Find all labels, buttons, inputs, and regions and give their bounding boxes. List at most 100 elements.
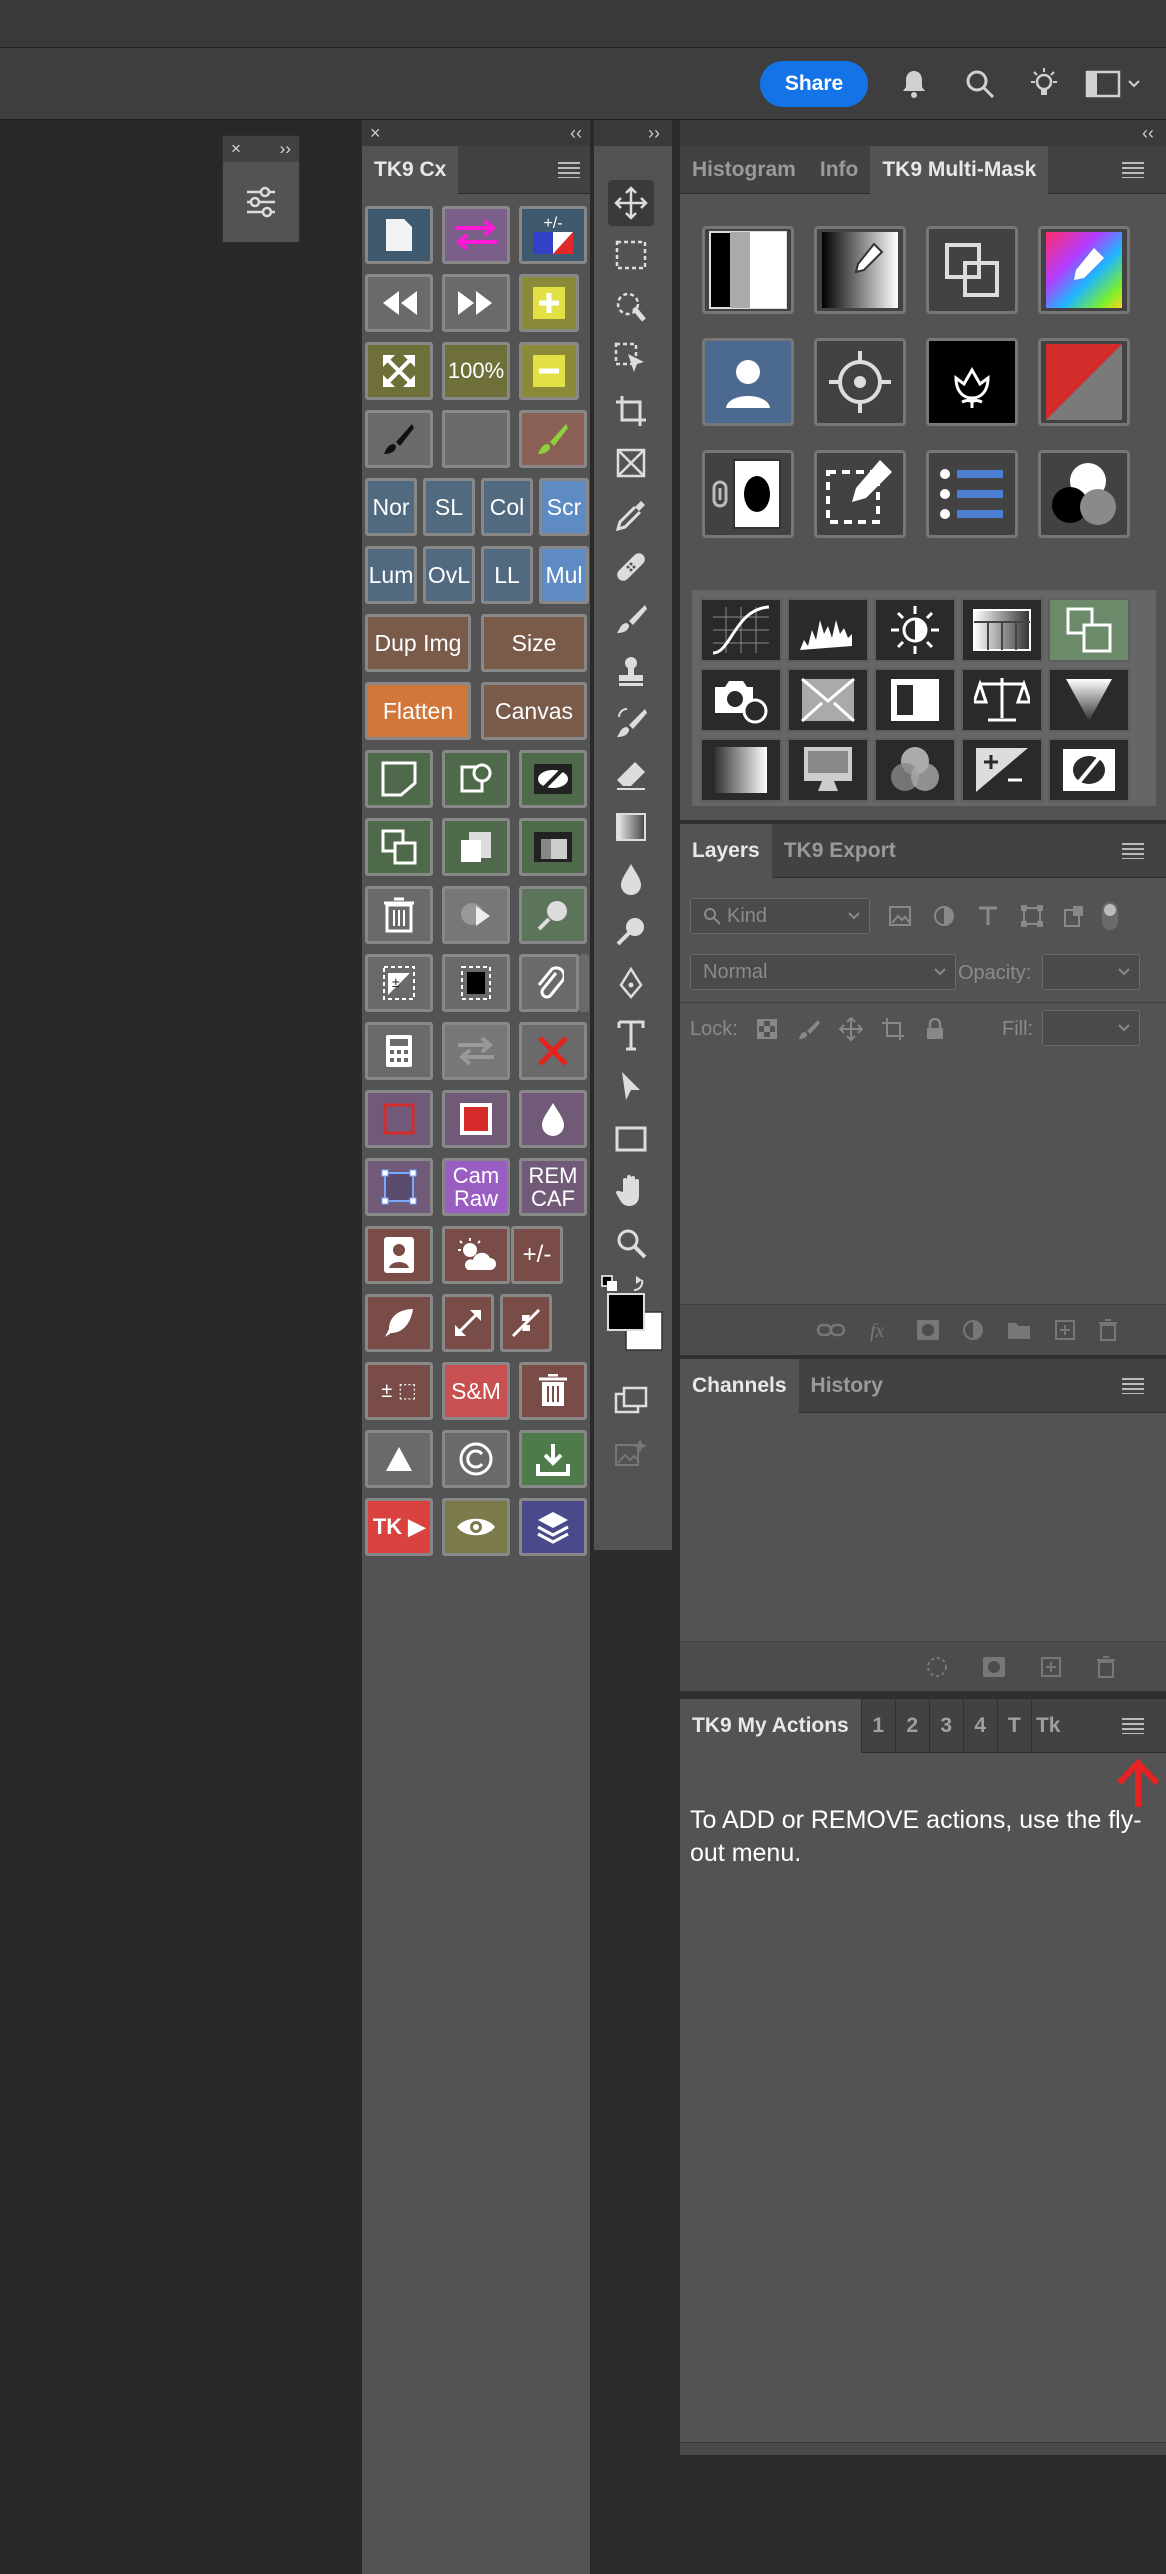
share-button[interactable]: Share xyxy=(760,61,868,107)
lock-all-icon[interactable] xyxy=(920,1014,950,1044)
tab-action-set-3[interactable]: 3 xyxy=(928,1698,963,1753)
merge-layers-button[interactable] xyxy=(365,818,433,876)
flatten-button[interactable]: Flatten xyxy=(365,682,471,740)
panel-menu-icon[interactable] xyxy=(1122,1377,1144,1394)
brush-tool-icon[interactable] xyxy=(608,596,654,642)
color-eyedropper-icon[interactable] xyxy=(1038,226,1130,314)
triangle-filter-icon[interactable] xyxy=(1048,668,1130,732)
tab-history[interactable]: History xyxy=(799,1359,895,1413)
rewind-button[interactable] xyxy=(365,274,433,332)
tone-circles-icon[interactable] xyxy=(1038,450,1130,538)
adjustment-layer-icon[interactable] xyxy=(962,1319,984,1341)
swap-gray-button[interactable] xyxy=(442,1022,510,1080)
balance-scale-icon[interactable] xyxy=(961,668,1043,732)
camera-raw-button[interactable]: Cam Raw xyxy=(442,1158,510,1216)
layer-group-button[interactable] xyxy=(519,818,587,876)
portrait-button[interactable] xyxy=(365,1226,433,1284)
tab-histogram[interactable]: Histogram xyxy=(680,146,808,194)
smart-object-filter-icon[interactable] xyxy=(1058,900,1090,932)
green-brush-button[interactable] xyxy=(519,410,587,468)
blend-multiply-button[interactable]: Mul xyxy=(539,546,589,604)
canvas-area[interactable] xyxy=(0,121,360,2574)
expand-icon[interactable]: ›› xyxy=(280,139,291,159)
blend-overlay-button[interactable]: OvL xyxy=(423,546,475,604)
delete-layer-button[interactable] xyxy=(365,886,433,944)
tab-action-set-2[interactable]: 2 xyxy=(894,1698,929,1753)
zoom-tool-icon[interactable] xyxy=(608,1220,654,1266)
lock-pixels-icon[interactable] xyxy=(794,1014,824,1044)
filter-toggle[interactable] xyxy=(1092,900,1128,932)
lightbulb-icon[interactable] xyxy=(1026,66,1062,102)
half-panel-icon[interactable] xyxy=(874,668,956,732)
edit-selection-icon[interactable] xyxy=(814,450,906,538)
tab-layers[interactable]: Layers xyxy=(680,823,772,878)
move-tool-icon[interactable] xyxy=(608,180,654,226)
selection-plusminus-button[interactable]: ± ⬚ xyxy=(365,1362,433,1420)
fill-field[interactable] xyxy=(1042,1010,1140,1046)
close-icon[interactable]: × xyxy=(370,123,381,144)
duplicate-image-button[interactable]: Dup Img xyxy=(365,614,471,672)
link-layers-icon[interactable] xyxy=(816,1322,846,1338)
panel-menu-icon[interactable] xyxy=(558,161,580,178)
gradient-map-icon[interactable] xyxy=(700,738,782,802)
exposure-icon[interactable] xyxy=(961,738,1043,802)
canvas-size-button[interactable]: Canvas xyxy=(481,682,587,740)
mini-properties-panel[interactable]: × ›› xyxy=(222,135,300,243)
tab-action-set-1[interactable]: 1 xyxy=(860,1698,895,1753)
new-channel-icon[interactable] xyxy=(1040,1656,1062,1678)
folder-icon[interactable] xyxy=(1006,1319,1032,1341)
camera-filter-icon[interactable] xyxy=(700,668,782,732)
triangle-button[interactable] xyxy=(365,1430,433,1488)
marquee-tool-icon[interactable] xyxy=(608,232,654,278)
blend-color-button[interactable]: Col xyxy=(481,478,533,536)
mask-reveal-button[interactable] xyxy=(442,886,510,944)
save-download-button[interactable] xyxy=(519,1430,587,1488)
weather-button[interactable] xyxy=(442,1226,510,1284)
pixel-filter-icon[interactable] xyxy=(884,900,916,932)
hide-layer-button[interactable] xyxy=(519,750,587,808)
transform-select-button[interactable] xyxy=(365,1158,433,1216)
search-icon[interactable] xyxy=(962,66,998,102)
black-layer-button[interactable] xyxy=(442,954,510,1012)
gradient-tool-icon[interactable] xyxy=(608,804,654,850)
panel-menu-icon[interactable] xyxy=(1122,1717,1144,1734)
rectangle-tool-icon[interactable] xyxy=(608,1116,654,1162)
sliders-icon[interactable] xyxy=(223,162,299,242)
envelope-icon[interactable] xyxy=(787,668,869,732)
new-layer-icon[interactable] xyxy=(1054,1319,1076,1341)
adjustment-filter-icon[interactable] xyxy=(928,900,960,932)
invert-icon[interactable] xyxy=(1048,738,1130,802)
calculator-button[interactable] xyxy=(365,1022,433,1080)
gradient-eyedropper-icon[interactable] xyxy=(814,226,906,314)
channel-mixer-icon[interactable] xyxy=(874,738,956,802)
healing-brush-tool-icon[interactable] xyxy=(608,544,654,590)
tab-action-set-4[interactable]: 4 xyxy=(962,1698,997,1753)
close-icon[interactable]: × xyxy=(231,139,241,159)
crop-tool-icon[interactable] xyxy=(608,388,654,434)
resize-grip[interactable] xyxy=(680,2442,1166,2455)
blend-luminosity-button[interactable]: Lum xyxy=(365,546,417,604)
tk-launch-button[interactable]: TK ▶ xyxy=(365,1498,433,1556)
tab-tk9-cx[interactable]: TK9 Cx xyxy=(362,145,459,194)
zoom-100-button[interactable]: 100% xyxy=(442,342,510,400)
fast-forward-button[interactable] xyxy=(442,274,510,332)
blend-screen-button[interactable]: Scr xyxy=(539,478,589,536)
object-select-tool-icon[interactable] xyxy=(608,336,654,382)
blend-ll-button[interactable]: LL xyxy=(481,546,533,604)
stamp-visible-button[interactable] xyxy=(442,818,510,876)
shrink-arrows-button[interactable] xyxy=(500,1294,552,1352)
type-tool-icon[interactable] xyxy=(608,1012,654,1058)
add-mask-icon[interactable] xyxy=(916,1319,940,1341)
remove-caf-button[interactable]: REM CAF xyxy=(519,1158,587,1216)
curves-icon[interactable] xyxy=(700,598,782,662)
eyedropper-tool-icon[interactable] xyxy=(608,492,654,538)
panel-menu-icon[interactable] xyxy=(1122,842,1144,859)
feather-button[interactable] xyxy=(365,1294,433,1352)
kind-filter-select[interactable]: Kind xyxy=(690,898,870,934)
layer-overlap-icon[interactable] xyxy=(1048,598,1130,662)
blend-mode-select[interactable]: Normal xyxy=(690,954,956,990)
copyright-button[interactable] xyxy=(442,1430,510,1488)
tab-action-set-6[interactable]: Tk xyxy=(1030,1698,1065,1753)
expand-icon[interactable]: ›› xyxy=(648,123,660,144)
lock-artboard-icon[interactable] xyxy=(878,1014,908,1044)
